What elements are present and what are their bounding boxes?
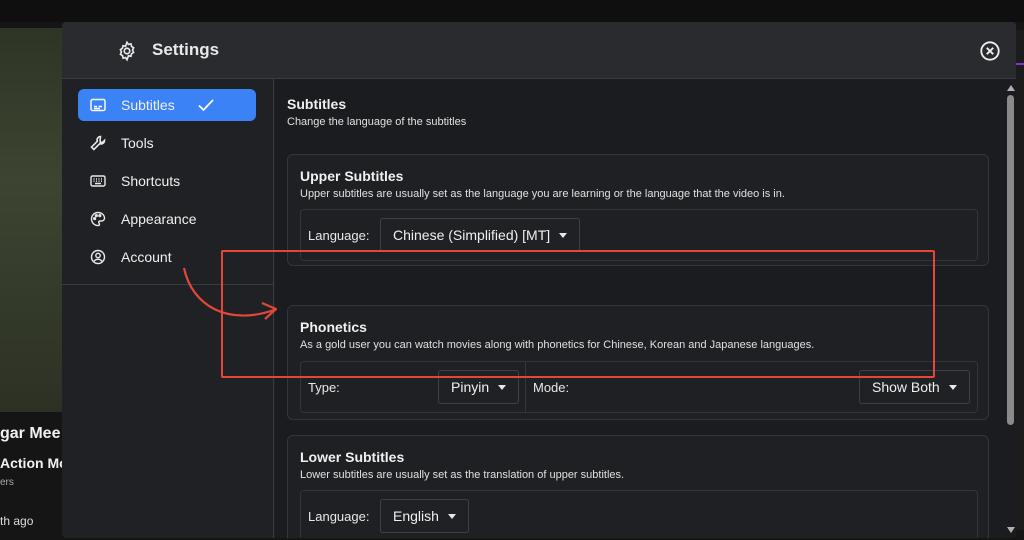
content-scrollbar[interactable] xyxy=(1005,79,1016,538)
background-accent-mark xyxy=(1016,63,1024,65)
section-title: Subtitles xyxy=(287,96,347,112)
modal-header: Settings xyxy=(62,22,1016,79)
lower-language-select[interactable]: English xyxy=(380,499,469,533)
sidebar-item-label: Account xyxy=(121,249,172,265)
wrench-icon xyxy=(89,134,107,152)
account-icon xyxy=(89,248,107,266)
palette-icon xyxy=(89,210,107,228)
upper-language-label: Language: xyxy=(308,228,370,243)
phonetics-highlight-box xyxy=(221,250,935,378)
phonetics-type-label: Type: xyxy=(308,380,340,395)
lower-language-value: English xyxy=(393,508,439,524)
annotation-arrow-icon xyxy=(182,267,278,320)
sidebar-item-label: Tools xyxy=(121,135,154,151)
sidebar-item-label: Shortcuts xyxy=(121,173,181,189)
chevron-down-icon xyxy=(559,232,568,238)
sidebar-item-shortcuts[interactable]: Shortcuts xyxy=(78,165,256,197)
lower-subtitles-title: Lower Subtitles xyxy=(300,449,405,465)
sidebar-item-tools[interactable]: Tools xyxy=(78,127,256,159)
background-video-title: gar Mee xyxy=(0,425,61,442)
chevron-down-icon xyxy=(447,513,456,519)
gear-icon xyxy=(116,40,138,62)
lower-subtitles-card: Lower Subtitles Lower subtitles are usua… xyxy=(287,435,989,538)
lower-subtitles-description: Lower subtitles are usually set as the t… xyxy=(300,469,625,481)
sidebar-item-appearance[interactable]: Appearance xyxy=(78,203,256,235)
section-description: Change the language of the subtitles xyxy=(287,116,467,128)
keyboard-icon xyxy=(89,172,107,190)
upper-subtitles-title: Upper Subtitles xyxy=(300,168,404,184)
background-video-meta: ers xyxy=(0,477,14,488)
background-right-strip xyxy=(1016,30,1024,530)
lower-language-label: Language: xyxy=(308,509,370,524)
sidebar-item-label: Subtitles xyxy=(121,97,175,113)
scroll-down-arrow-icon[interactable] xyxy=(1007,527,1015,533)
close-icon[interactable] xyxy=(979,40,1001,62)
scroll-up-arrow-icon[interactable] xyxy=(1007,85,1015,91)
background-video-time: th ago xyxy=(0,514,34,528)
background-top-bar xyxy=(0,0,1024,22)
background-video-subtitle: Action Mo xyxy=(0,455,68,471)
background-video-thumbnail xyxy=(0,28,64,412)
lower-language-row: Language: English xyxy=(300,490,978,538)
scrollbar-thumb[interactable] xyxy=(1007,95,1014,425)
phonetics-mode-value: Show Both xyxy=(872,379,940,395)
subtitles-icon xyxy=(89,96,107,114)
chevron-down-icon xyxy=(948,384,957,390)
upper-subtitles-description: Upper subtitles are usually set as the l… xyxy=(300,188,785,200)
chevron-down-icon xyxy=(498,384,507,390)
upper-language-value: Chinese (Simplified) [MT] xyxy=(393,227,551,243)
page-title: Settings xyxy=(152,40,220,59)
sidebar-item-subtitles[interactable]: Subtitles xyxy=(78,89,256,121)
upper-language-select[interactable]: Chinese (Simplified) [MT] xyxy=(380,218,581,252)
check-icon xyxy=(197,96,215,114)
phonetics-mode-label: Mode: xyxy=(533,380,570,395)
sidebar-item-label: Appearance xyxy=(121,211,197,227)
phonetics-type-value: Pinyin xyxy=(451,379,490,395)
